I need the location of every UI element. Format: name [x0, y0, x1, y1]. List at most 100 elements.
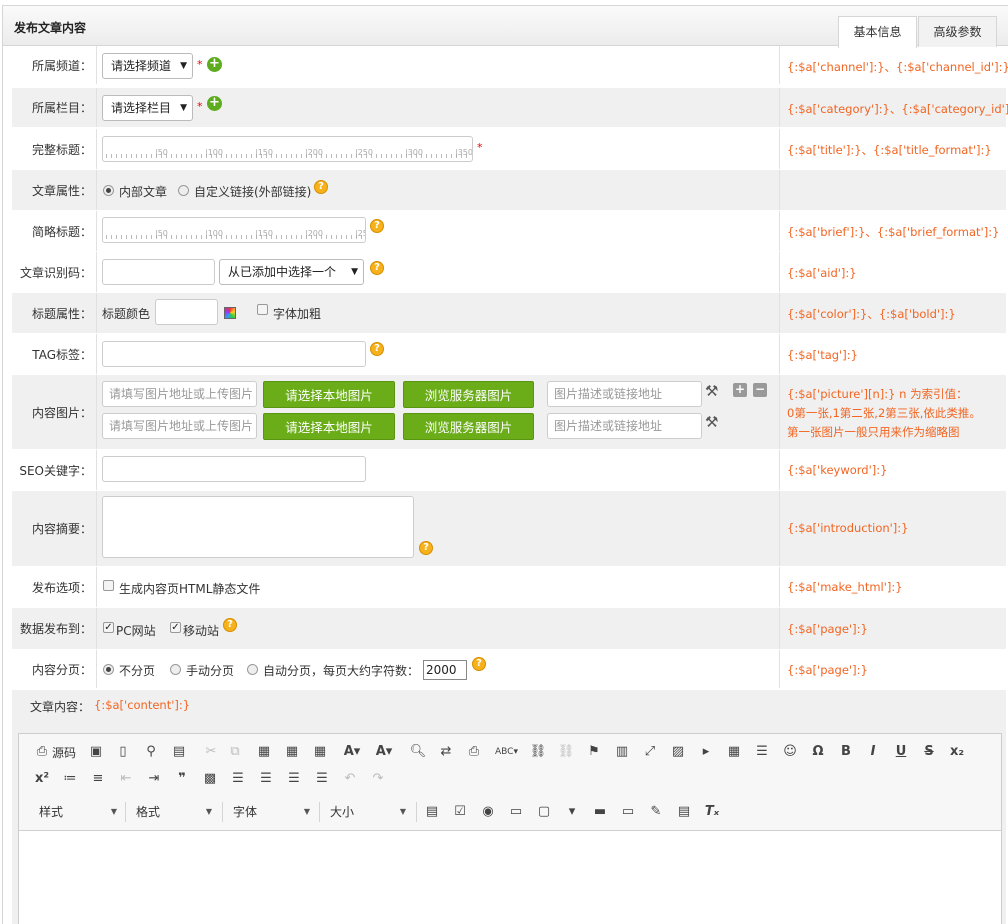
outdent-icon[interactable]: ⇤ — [117, 770, 135, 788]
bg-color-icon[interactable]: A▾ — [375, 743, 393, 761]
flash-icon[interactable]: ▸ — [697, 743, 715, 761]
save-icon[interactable]: ▣ — [87, 743, 105, 761]
no-paging-radio[interactable] — [103, 664, 114, 675]
button-icon[interactable]: ▬ — [591, 803, 609, 821]
picture-desc-input[interactable]: 图片描述或链接地址 — [547, 413, 702, 439]
find-icon[interactable]: 🔍︎ — [409, 743, 427, 761]
remove-picture-icon[interactable]: − — [753, 383, 767, 397]
custom-link-radio[interactable] — [178, 185, 189, 196]
spellcheck-icon[interactable]: ABC▾ — [495, 743, 518, 761]
editor-content-area[interactable] — [19, 832, 1001, 924]
aid-input[interactable] — [102, 259, 215, 285]
channel-select[interactable]: 请选择频道 ▼ — [102, 53, 193, 79]
help-icon[interactable]: ? — [314, 180, 328, 194]
paste-word-icon[interactable]: ▦ — [311, 743, 329, 761]
server-image-button[interactable]: 浏览服务器图片 — [403, 413, 534, 440]
help-icon[interactable]: ? — [472, 657, 486, 671]
font-combo[interactable]: 字体 ▼ — [233, 802, 310, 822]
justify-icon[interactable]: ☰ — [313, 770, 331, 788]
picture-url-input[interactable]: 请填写图片地址或上传图片 — [102, 381, 257, 407]
underline-icon[interactable]: U — [892, 743, 910, 761]
mobile-site-checkbox[interactable]: ✓ — [170, 622, 181, 633]
tools-icon[interactable]: ⚒ — [705, 413, 718, 431]
manual-paging-radio[interactable] — [170, 664, 181, 675]
bold-checkbox[interactable] — [257, 304, 268, 315]
hidden-field-icon[interactable]: ✎ — [647, 803, 665, 821]
remove-format-icon[interactable]: Tₓ — [703, 803, 721, 821]
seo-keyword-input[interactable] — [102, 456, 366, 482]
align-left-icon[interactable]: ☰ — [229, 770, 247, 788]
textfield-icon[interactable]: ▭ — [507, 803, 525, 821]
anchor-icon[interactable]: ⚑ — [585, 743, 603, 761]
intro-textarea[interactable] — [102, 496, 414, 558]
help-icon[interactable]: ? — [223, 618, 237, 632]
new-page-icon[interactable]: ▯ — [114, 743, 132, 761]
add-picture-icon[interactable]: + — [733, 383, 747, 397]
table-icon[interactable]: ▦ — [725, 743, 743, 761]
unlink-icon[interactable]: ⛓ — [557, 743, 575, 761]
align-right-icon[interactable]: ☰ — [285, 770, 303, 788]
form-icon[interactable]: ▤ — [423, 803, 441, 821]
italic-icon[interactable]: I — [864, 743, 882, 761]
cut-icon[interactable]: ✂ — [202, 743, 220, 761]
color-picker-icon[interactable] — [224, 307, 236, 319]
brief-input[interactable]: |50 |100 |150 |200 |25 — [102, 217, 366, 243]
picture-url-input[interactable]: 请填写图片地址或上传图片 — [102, 413, 257, 439]
indent-icon[interactable]: ⇥ — [145, 770, 163, 788]
image-button-icon[interactable]: ▭ — [619, 803, 637, 821]
title-color-input[interactable] — [155, 299, 218, 325]
superscript-icon[interactable]: x² — [33, 770, 51, 788]
subscript-icon[interactable]: x₂ — [948, 743, 966, 761]
smiley-icon[interactable]: ☺ — [781, 743, 799, 761]
numbered-list-icon[interactable]: ≔ — [61, 770, 79, 788]
tab-basic-info[interactable]: 基本信息 — [838, 16, 917, 48]
copy-icon[interactable]: ⧉ — [226, 743, 244, 761]
format-combo[interactable]: 格式 ▼ — [136, 802, 212, 822]
aid-select[interactable]: 从已添加中选择一个 ▼ — [219, 259, 364, 285]
textarea-icon[interactable]: ▢ — [535, 803, 553, 821]
paste-text-icon[interactable]: ▦ — [283, 743, 301, 761]
picture-desc-input[interactable]: 图片描述或链接地址 — [547, 381, 702, 407]
pc-site-checkbox[interactable]: ✓ — [103, 622, 114, 633]
category-select[interactable]: 请选择栏目 ▼ — [102, 95, 193, 121]
radio-icon[interactable]: ◉ — [479, 803, 497, 821]
showblocks-icon[interactable]: ▤ — [675, 803, 693, 821]
page-break-icon[interactable]: ▥ — [613, 743, 631, 761]
print-icon[interactable]: ⎙ — [465, 743, 483, 761]
add-channel-icon[interactable]: + — [207, 57, 222, 72]
internal-article-radio[interactable] — [103, 185, 114, 196]
horizontal-rule-icon[interactable]: ☰ — [753, 743, 771, 761]
maximize-icon[interactable]: ⤢ — [641, 743, 659, 761]
tab-advanced[interactable]: 高级参数 — [918, 16, 997, 47]
auto-paging-radio[interactable] — [247, 664, 258, 675]
local-image-button[interactable]: 请选择本地图片 — [263, 413, 395, 440]
align-center-icon[interactable]: ☰ — [257, 770, 275, 788]
source-icon[interactable]: ⎙ — [33, 743, 51, 761]
chars-per-page-input[interactable]: 2000 — [423, 660, 467, 680]
size-combo[interactable]: 大小 ▼ — [330, 802, 406, 822]
title-input[interactable]: |50 |100 |150 |200 |250 |300 |350 — [102, 136, 473, 162]
help-icon[interactable]: ? — [370, 219, 384, 233]
bulleted-list-icon[interactable]: ≡ — [89, 770, 107, 788]
tools-icon[interactable]: ⚒ — [705, 382, 718, 400]
add-category-icon[interactable]: + — [207, 96, 222, 111]
source-button[interactable]: 源码 — [52, 744, 76, 761]
div-icon[interactable]: ▩ — [201, 770, 219, 788]
strike-icon[interactable]: S — [920, 743, 938, 761]
redo-icon[interactable]: ↷ — [369, 770, 387, 788]
paste-icon[interactable]: ▦ — [255, 743, 273, 761]
help-icon[interactable]: ? — [370, 342, 384, 356]
template-icon[interactable]: ▤ — [170, 743, 188, 761]
replace-icon[interactable]: ⇄ — [437, 743, 455, 761]
checkbox-icon[interactable]: ☑ — [451, 803, 469, 821]
bold-icon[interactable]: B — [837, 743, 855, 761]
tag-input[interactable] — [102, 341, 366, 367]
link-icon[interactable]: ⛓ — [529, 743, 547, 761]
select-icon[interactable]: ▾ — [563, 803, 581, 821]
undo-icon[interactable]: ↶ — [341, 770, 359, 788]
preview-icon[interactable]: ⚲ — [142, 743, 160, 761]
help-icon[interactable]: ? — [370, 261, 384, 275]
blockquote-icon[interactable]: ❞ — [173, 770, 191, 788]
style-combo[interactable]: 样式 ▼ — [39, 802, 117, 822]
help-icon[interactable]: ? — [419, 541, 433, 555]
